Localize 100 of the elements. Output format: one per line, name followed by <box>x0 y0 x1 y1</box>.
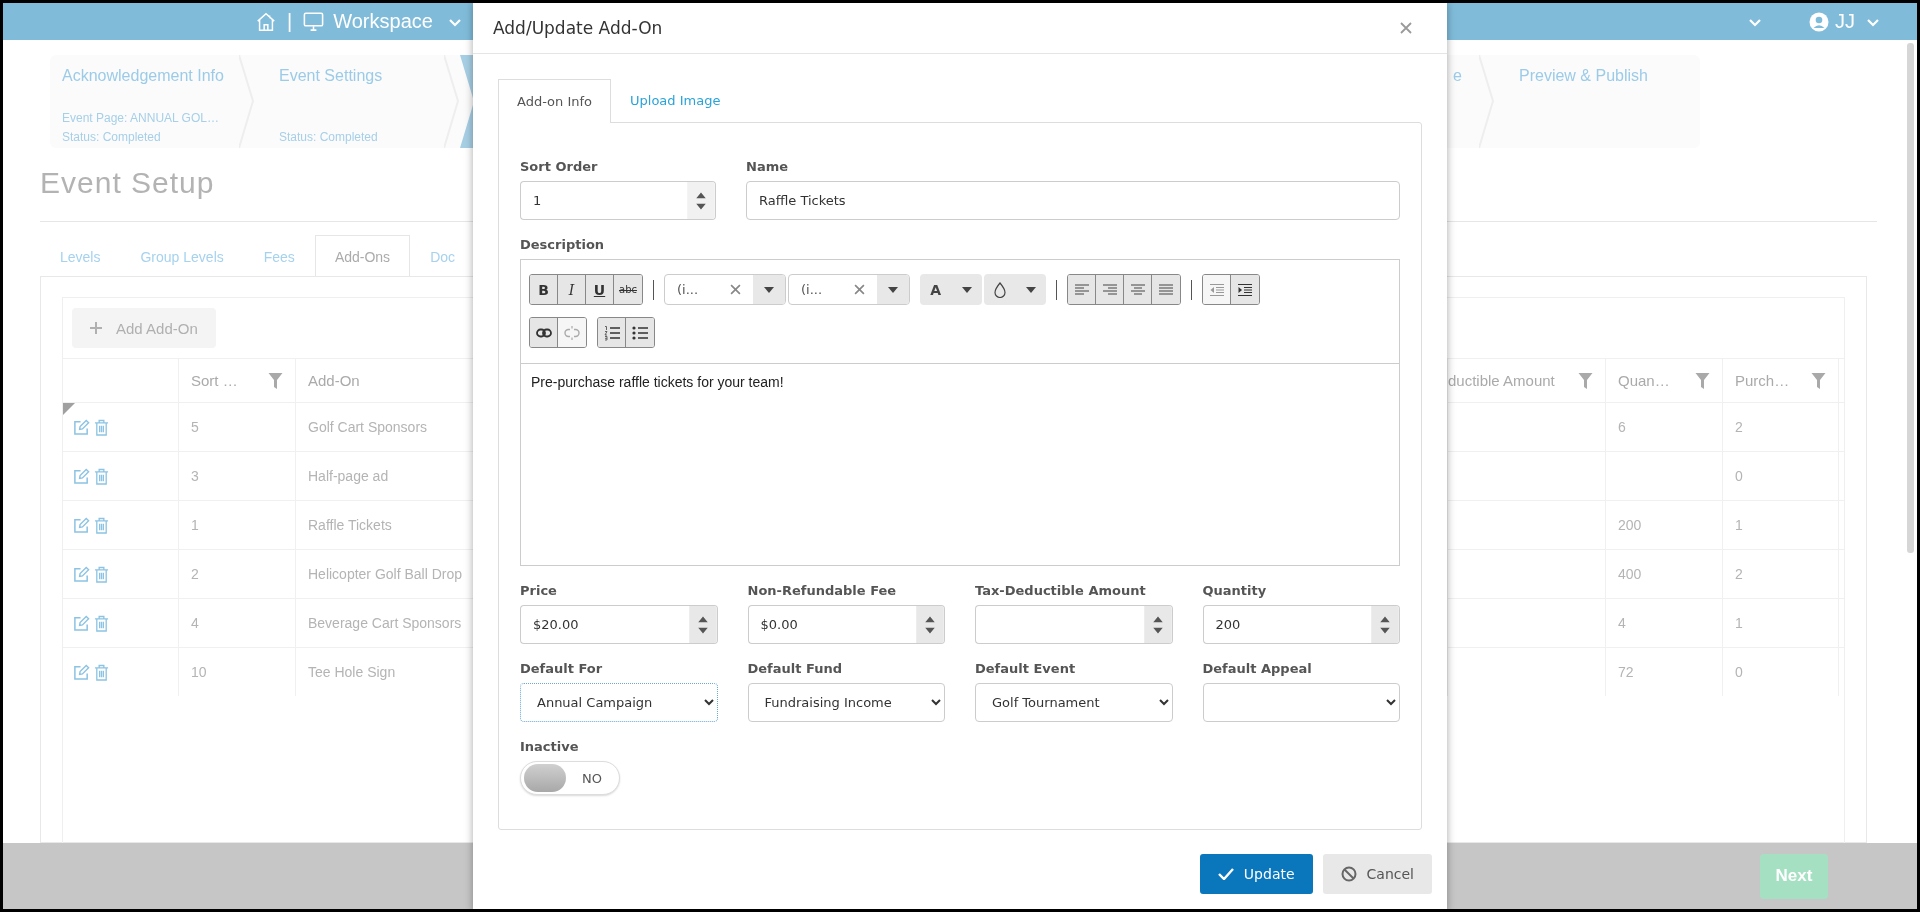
dropdown-field[interactable]: Golf Tournament <box>975 683 1173 722</box>
link-button[interactable] <box>530 318 558 347</box>
edit-icon[interactable] <box>73 467 90 485</box>
justify-icon <box>1159 283 1173 296</box>
table-cell: 1 <box>1735 615 1743 631</box>
check-icon <box>1217 868 1234 880</box>
table-cell: 3 <box>191 468 199 484</box>
tab[interactable]: Upload Image <box>611 78 740 122</box>
trash-icon[interactable] <box>94 663 109 681</box>
filter-icon[interactable] <box>268 372 283 389</box>
field-label: Tax-Deductible Amount <box>975 582 1147 599</box>
close-icon[interactable] <box>1400 22 1412 34</box>
tab[interactable]: Add-on Info <box>498 79 612 123</box>
table-cell: 4 <box>191 615 199 631</box>
dialog-title: Add/Update Add-On <box>493 18 663 38</box>
font-dropdown[interactable]: (i... <box>664 274 786 305</box>
table-cell: Beverage Cart Sponsors <box>308 615 462 631</box>
link-icon <box>535 327 552 338</box>
filter-icon[interactable] <box>1695 372 1710 389</box>
trash-icon[interactable] <box>94 614 109 632</box>
table-cell: 2 <box>1735 419 1743 435</box>
trash-icon[interactable] <box>94 565 109 583</box>
edit-icon[interactable] <box>73 614 90 632</box>
table-cell: 0 <box>1735 468 1743 484</box>
table-cell: 6 <box>1618 419 1626 435</box>
highlight-color-picker[interactable] <box>984 274 1046 305</box>
user-avatar-icon[interactable] <box>1809 11 1829 32</box>
update-button[interactable]: Update <box>1199 854 1313 894</box>
numbered-list-icon <box>603 324 620 341</box>
align-right-button[interactable] <box>1096 275 1124 304</box>
dropdown-field[interactable] <box>1202 683 1400 722</box>
field-label: Default For <box>520 660 604 677</box>
field-label: Quantity <box>1202 582 1268 599</box>
field-label: Default Appeal <box>1202 660 1313 677</box>
trash-icon[interactable] <box>94 516 109 534</box>
field-label: Default Event <box>975 660 1077 677</box>
text-color-picker[interactable]: A <box>920 274 982 305</box>
table-cell: Raffle Tickets <box>308 517 392 533</box>
separator-text: | <box>287 10 293 33</box>
ban-icon <box>1340 866 1357 882</box>
table-cell: 1 <box>191 517 199 533</box>
indent-icon <box>1238 283 1252 296</box>
edit-icon[interactable] <box>73 418 90 436</box>
caret-icon <box>961 286 972 293</box>
table-cell: 4 <box>1618 615 1626 631</box>
clear-icon[interactable] <box>854 284 865 295</box>
outdent-icon <box>1209 283 1224 296</box>
align-left-button[interactable] <box>1068 275 1096 304</box>
align-center-button[interactable] <box>1124 275 1152 304</box>
justify-button[interactable] <box>1152 275 1180 304</box>
toggle-switch[interactable]: NO <box>520 761 620 795</box>
align-left-icon <box>1074 283 1089 296</box>
table-cell: 200 <box>1618 517 1642 533</box>
table-cell: 400 <box>1618 566 1642 582</box>
align-center-icon <box>1130 283 1145 296</box>
unlink-icon <box>564 325 580 340</box>
bold-button[interactable]: B <box>530 275 558 304</box>
indent-button[interactable] <box>1231 275 1259 304</box>
trash-icon[interactable] <box>94 418 109 436</box>
caret-icon <box>764 286 774 293</box>
dropdown-field[interactable]: Fundraising Income <box>747 683 945 722</box>
filter-icon[interactable] <box>1578 372 1593 389</box>
strike-button[interactable]: abc <box>614 275 642 304</box>
align-right-icon <box>1102 283 1117 296</box>
text-field[interactable]: Raffle Tickets <box>746 181 1400 220</box>
droplet-icon <box>994 281 1006 298</box>
table-cell: 2 <box>191 566 199 582</box>
table-cell: 10 <box>191 664 207 680</box>
filter-icon[interactable] <box>1811 372 1826 389</box>
italic-button[interactable]: I <box>558 275 586 304</box>
field-label: Description <box>520 236 606 253</box>
ordered-list-button[interactable] <box>598 318 626 347</box>
page-title: Event Setup <box>40 165 215 201</box>
caret-icon <box>1026 286 1036 293</box>
edit-icon[interactable] <box>73 663 90 681</box>
scrollbar[interactable] <box>1907 43 1914 553</box>
field-label: Name <box>746 158 789 175</box>
plus-icon <box>90 322 102 334</box>
monitor-icon[interactable] <box>302 10 326 33</box>
step-detail: Status: Completed <box>279 130 379 144</box>
trash-icon[interactable] <box>94 467 109 485</box>
table-cell: Helicopter Golf Ball Drop <box>308 566 463 582</box>
edit-icon[interactable] <box>73 516 90 534</box>
cancel-button[interactable]: Cancel <box>1322 854 1432 894</box>
underline-button[interactable]: U <box>586 275 614 304</box>
dropdown-field[interactable]: Annual Campaign <box>520 683 718 722</box>
table-cell: Tee Hole Sign <box>308 664 396 680</box>
editor-text[interactable]: Pre-purchase raffle tickets for your team! <box>531 374 784 390</box>
step-detail: Status: Completed <box>62 130 162 144</box>
bullet-list-button[interactable] <box>626 318 654 347</box>
bullet-list-icon <box>632 324 648 341</box>
font-dropdown[interactable]: (i... <box>788 274 910 305</box>
table-cell: 5 <box>191 419 199 435</box>
clear-icon[interactable] <box>730 284 741 295</box>
field-label: Price <box>520 582 558 599</box>
table-cell: 0 <box>1735 664 1743 680</box>
field-label: Sort Order <box>520 158 599 175</box>
home-icon[interactable] <box>255 10 277 33</box>
edit-icon[interactable] <box>73 565 90 583</box>
table-cell: 2 <box>1735 566 1743 582</box>
